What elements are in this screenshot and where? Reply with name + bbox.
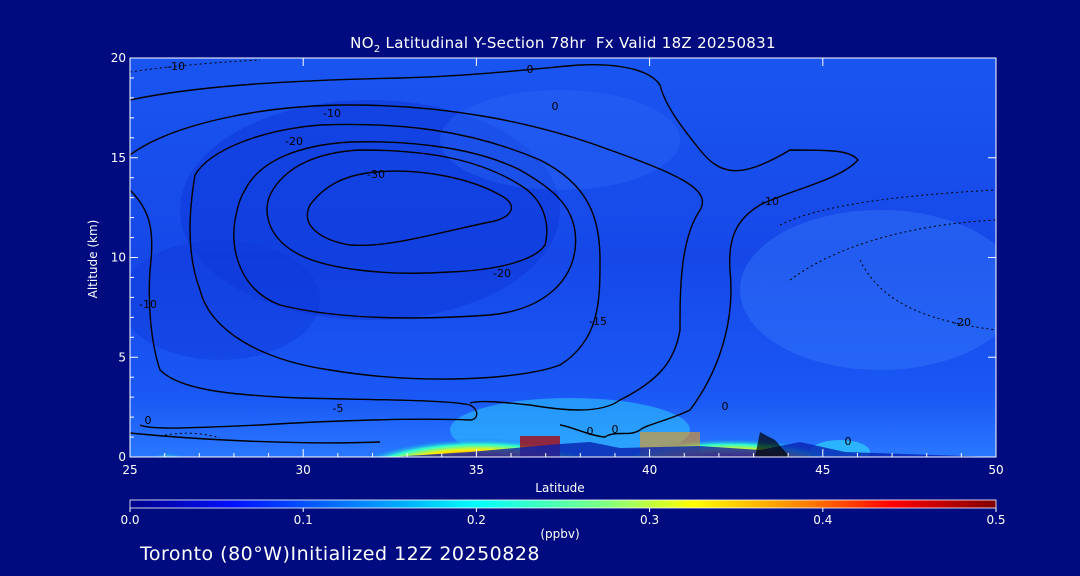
x-tick-label: 50	[988, 463, 1003, 477]
x-tick-label: 25	[122, 463, 137, 477]
y-tick-label: 10	[111, 251, 126, 265]
x-tick-label: 35	[469, 463, 484, 477]
y-tick-label: 0	[118, 450, 126, 464]
contour-label: 0	[145, 414, 152, 427]
x-axis-label: Latitude	[535, 481, 585, 495]
y-tick-label: 5	[118, 350, 126, 364]
contour-label: -20	[953, 316, 971, 329]
contour-label: 0	[552, 100, 559, 113]
colorbar-tick-label: 0.0	[120, 513, 139, 527]
contour-label: -10	[167, 60, 185, 73]
chart-title: NO2 Latitudinal Y-Section 78hr Fx Valid …	[350, 34, 776, 55]
contour-label: 0	[722, 400, 729, 413]
colorbar-tick-label: 0.4	[813, 513, 832, 527]
colorbar-tick-label: 0.2	[467, 513, 486, 527]
contour-label: 0	[587, 425, 594, 438]
colorbar-tick-label: 0.3	[640, 513, 659, 527]
contour-label: 0	[845, 435, 852, 448]
y-tick-label: 20	[111, 51, 126, 65]
contour-label: 0	[612, 423, 619, 436]
contour-label: -10	[761, 195, 779, 208]
footer-text: Toronto (80°W)Initialized 12Z 20250828	[140, 543, 541, 565]
colorbar-unit-label: (ppbv)	[540, 527, 580, 541]
contour-label: -15	[589, 315, 607, 328]
x-tick-label: 30	[296, 463, 311, 477]
contour-label: -5	[333, 402, 344, 415]
contour-label: -30	[367, 168, 385, 181]
x-tick-label: 45	[815, 463, 830, 477]
colorbar	[129, 499, 997, 509]
colorbar-tick-label: 0.5	[986, 513, 1005, 527]
colorbar-ticks: 0.0 0.1 0.2 0.3 0.4 0.5	[120, 508, 1006, 527]
contour-label: 0	[527, 63, 534, 76]
y-axis-label: Altitude (km)	[86, 219, 100, 299]
x-tick-label: 40	[642, 463, 657, 477]
y-tick-label: 15	[111, 151, 126, 165]
contour-label: -20	[493, 267, 511, 280]
colorbar-tick-label: 0.1	[294, 513, 313, 527]
contour-label: -20	[285, 135, 303, 148]
contour-label: -10	[139, 298, 157, 311]
contour-label: -10	[323, 107, 341, 120]
